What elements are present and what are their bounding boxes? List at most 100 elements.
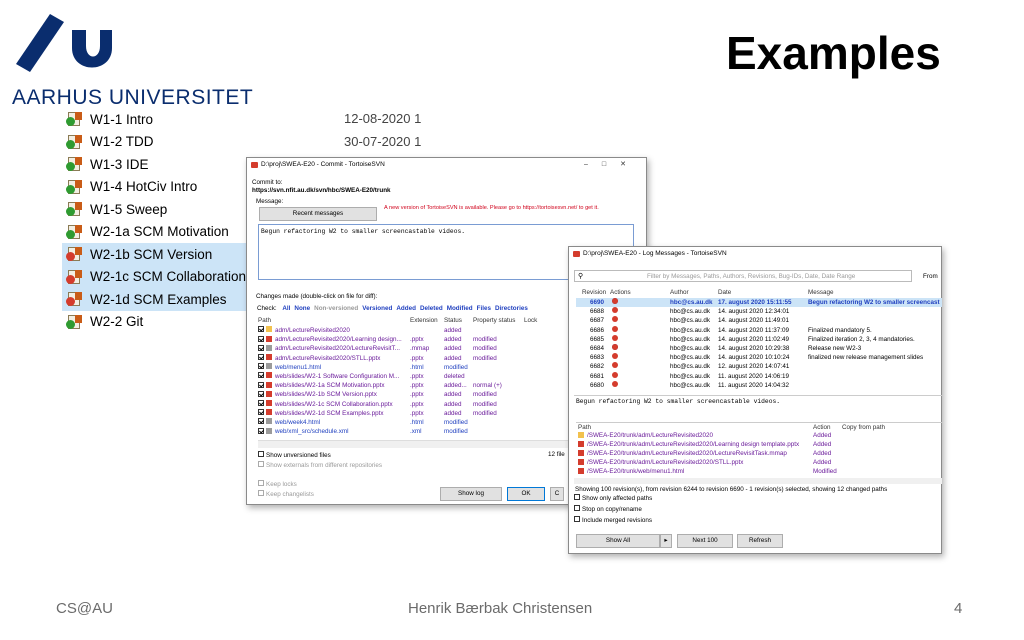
changed-file-row[interactable]: adm/LectureRevisited2020/LectureRevisitT…	[258, 344, 574, 353]
revision-row[interactable]: 6682 hbc@cs.au.dk 12. august 2020 14:07:41	[576, 362, 942, 371]
include-merged-option[interactable]: Include merged revisions	[574, 516, 724, 525]
col-status[interactable]: Status	[444, 316, 462, 325]
filter-link[interactable]: Modified	[447, 305, 473, 312]
refresh-button[interactable]: Refresh	[737, 534, 783, 548]
changed-file-row[interactable]: adm/LectureRevisited2020/Learning design…	[258, 335, 574, 344]
checkbox[interactable]	[258, 409, 264, 416]
checkbox[interactable]	[574, 516, 580, 523]
update-notice[interactable]: A new version of TortoiseSVN is availabl…	[384, 205, 599, 211]
checkbox[interactable]	[258, 451, 264, 458]
stop-on-copy-option[interactable]: Stop on copy/rename	[574, 505, 724, 514]
revision-row[interactable]: 6684 hbc@cs.au.dk 14. august 2020 10:29:38…	[576, 344, 942, 353]
commit-date: 17. august 2020 15:11:55	[718, 299, 792, 306]
window-controls[interactable]: –□✕	[584, 158, 640, 172]
file-list-item[interactable]: W2-2 Git	[62, 311, 246, 334]
paths-scrollbar[interactable]	[574, 478, 942, 484]
keep-changelists-option[interactable]: Keep changelists	[258, 490, 378, 499]
checkbox[interactable]	[258, 418, 264, 425]
filter-link[interactable]: Versioned	[362, 305, 392, 312]
revision-row[interactable]: 6681 hbc@cs.au.dk 11. august 2020 14:06:19	[576, 371, 942, 381]
revision-row[interactable]: 6687 hbc@cs.au.dk 14. august 2020 11:49:01	[576, 316, 942, 325]
filter-link[interactable]: Non-versioned	[314, 305, 358, 312]
col-date[interactable]: Date	[718, 288, 731, 297]
filter-link[interactable]: Added	[396, 305, 416, 312]
filter-link[interactable]: Deleted	[420, 305, 443, 312]
ok-button[interactable]: OK	[507, 487, 545, 501]
changed-file-row[interactable]: web/slides/W2-1b SCM Version.pptx .pptx ad…	[258, 390, 574, 399]
col-path[interactable]: Path	[578, 423, 591, 431]
file-list-item[interactable]: W1-2 TDD	[62, 131, 246, 154]
changed-path-row[interactable]: /SWEA-E20/trunk/adm/LectureRevisited2020…	[576, 458, 942, 467]
log-filter-input[interactable]: ⚲ Filter by Messages, Paths, Authors, Re…	[574, 270, 912, 282]
changed-file-row[interactable]: web/week4.html .html modified	[258, 418, 574, 427]
checkbox[interactable]	[258, 390, 264, 397]
log-message-view[interactable]: Begun refactoring W2 to smaller screenca…	[574, 395, 942, 419]
checkbox[interactable]	[258, 372, 264, 379]
checkbox[interactable]	[258, 480, 264, 487]
col-author[interactable]: Author	[670, 288, 689, 297]
revision-row[interactable]: 6680 hbc@cs.au.dk 11. august 2020 14:04:32	[576, 380, 942, 390]
checkbox[interactable]	[258, 490, 264, 497]
file-list-item[interactable]: W1-1 Intro	[62, 108, 246, 131]
cancel-button[interactable]: C	[550, 487, 564, 501]
changed-file-row[interactable]: web/slides/W2-1d SCM Examples.pptx .pptx a…	[258, 409, 574, 418]
file-list-item[interactable]: W1-4 HotCiv Intro	[62, 176, 246, 199]
file-list-item[interactable]: W2-1d SCM Examples	[62, 288, 246, 311]
show-all-button[interactable]: Show All	[576, 534, 660, 548]
changed-file-row[interactable]: web/slides/W2-1c SCM Collaboration.pptx.…	[258, 399, 574, 409]
col-lock[interactable]: Lock	[524, 316, 537, 325]
changed-path-row[interactable]: /SWEA-E20/trunk/adm/LectureRevisited2020…	[576, 449, 942, 458]
col-revision[interactable]: Revision	[582, 288, 606, 297]
col-property-status[interactable]: Property status	[473, 316, 515, 325]
changed-file-row[interactable]: web/menu1.html .html modified	[258, 363, 574, 372]
changed-file-row[interactable]: adm/LectureRevisited2020 added	[258, 326, 574, 335]
show-externals-option[interactable]: Show externals from different repositori…	[258, 461, 438, 470]
col-action[interactable]: Action	[813, 423, 831, 431]
checkbox[interactable]	[258, 399, 264, 406]
filter-link[interactable]: All	[282, 305, 290, 312]
show-unversioned-option[interactable]: Show unversioned files	[258, 451, 438, 460]
col-actions[interactable]: Actions	[610, 288, 631, 297]
keep-locks-option[interactable]: Keep locks	[258, 480, 378, 489]
col-path[interactable]: Path	[258, 316, 386, 325]
checkbox[interactable]	[258, 381, 264, 388]
file-list-item[interactable]: W2-1c SCM Collaboration	[62, 265, 246, 288]
changed-path-row[interactable]: /SWEA-E20/trunk/web/menu1.html Modified	[576, 467, 942, 476]
next-100-button[interactable]: Next 100	[677, 534, 733, 548]
filter-link[interactable]: None	[294, 305, 310, 312]
checkbox[interactable]	[258, 326, 264, 333]
filter-link[interactable]: Directories	[495, 305, 528, 312]
file-list-item[interactable]: W2-1a SCM Motivation	[62, 221, 246, 244]
revision-row[interactable]: 6685 hbc@cs.au.dk 14. august 2020 11:02:49…	[576, 334, 942, 344]
col-message[interactable]: Message	[808, 288, 834, 297]
recent-messages-button[interactable]: Recent messages	[259, 207, 377, 221]
show-all-dropdown[interactable]: ▸	[660, 534, 672, 548]
revision-row[interactable]: 6683 hbc@cs.au.dk 14. august 2020 10:10:24…	[576, 353, 942, 362]
checkbox[interactable]	[258, 353, 264, 360]
checkbox[interactable]	[258, 344, 264, 351]
checkbox[interactable]	[574, 505, 580, 512]
affected-paths-option[interactable]: Show only affected paths	[574, 494, 724, 503]
file-list-item[interactable]: W2-1b SCM Version	[62, 243, 246, 266]
revision-row[interactable]: 6688 hbc@cs.au.dk 14. august 2020 12:34:01	[576, 307, 942, 316]
changed-file-row[interactable]: web/slides/W2-1 Software Configuration M…	[258, 372, 574, 381]
changed-path-row[interactable]: /SWEA-E20/trunk/adm/LectureRevisited2020…	[576, 431, 942, 440]
file-list-item[interactable]: W1-3 IDE	[62, 153, 246, 176]
checkbox[interactable]	[258, 335, 264, 342]
show-log-button[interactable]: Show log	[440, 487, 502, 501]
checkbox[interactable]	[258, 427, 264, 434]
revision-row[interactable]: 6686 hbc@cs.au.dk 14. august 2020 11:37:09…	[576, 325, 942, 335]
changed-file-row[interactable]: web/xml_src/schedule.xml .xml modified	[258, 427, 574, 436]
horizontal-scrollbar[interactable]	[258, 440, 572, 448]
col-copy-from[interactable]: Copy from path	[842, 423, 885, 431]
revision-row[interactable]: 6690 hbc@cs.au.dk 17. august 2020 15:11:55…	[576, 298, 942, 308]
filter-link[interactable]: Files	[477, 305, 491, 312]
checkbox[interactable]	[574, 494, 580, 501]
changed-file-row[interactable]: adm/LectureRevisited2020/STLL.pptx .pptx a…	[258, 353, 574, 363]
checkbox[interactable]	[258, 461, 264, 468]
changed-file-row[interactable]: web/slides/W2-1a SCM Motivation.pptx .ppt…	[258, 381, 574, 390]
col-extension[interactable]: Extension	[410, 316, 438, 325]
changed-path-row[interactable]: /SWEA-E20/trunk/adm/LectureRevisited2020…	[576, 440, 942, 449]
checkbox[interactable]	[258, 363, 264, 370]
file-list-item[interactable]: W1-5 Sweep	[62, 198, 246, 221]
